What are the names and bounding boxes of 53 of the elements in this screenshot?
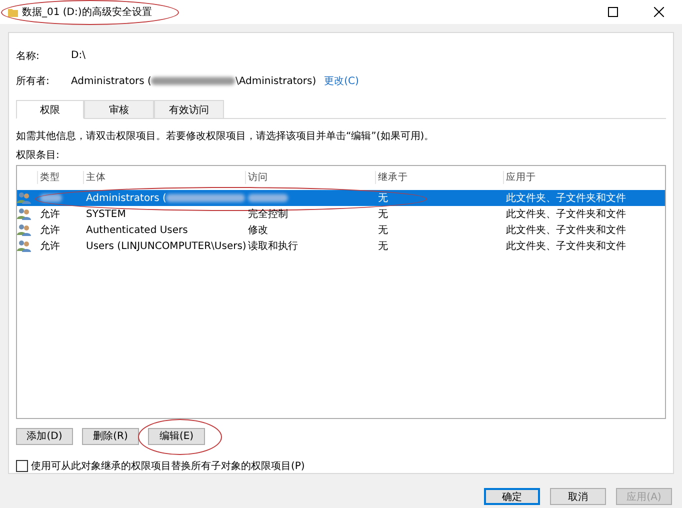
- tab[interactable]: 审核: [84, 100, 154, 118]
- type-cell-text: 允许: [39, 208, 61, 222]
- permission-row[interactable]: 允许 Authenticated Users 修改 无 此文件夹、子文件夹和文件: [17, 222, 665, 238]
- owner-value: Administrators (: [71, 76, 152, 87]
- change-owner-link[interactable]: 更改(C): [324, 74, 359, 88]
- inherited-cell-text: 无: [377, 192, 389, 206]
- access-cell-text: 修改: [247, 224, 269, 238]
- permission-row[interactable]: 允许 Users (LINJUNCOMPUTER\Users) 读取和执行 无 此文件夹、子文件夹和文件: [17, 238, 665, 254]
- column-header[interactable]: 应用于: [503, 170, 665, 184]
- inherited-cell-text: 无: [377, 224, 389, 238]
- dialog-button[interactable]: 确定: [484, 488, 540, 505]
- entry-button[interactable]: 编辑(E): [148, 428, 205, 445]
- name-label: 名称:: [16, 50, 40, 63]
- list-label: 权限条目:: [16, 148, 60, 162]
- owner-value: \Administrators): [235, 76, 316, 87]
- permission-row[interactable]: 允许 SYSTEM 完全控制 无 此文件夹、子文件夹和文件: [17, 206, 665, 222]
- users-icon: [17, 240, 31, 252]
- name-value: D:\: [71, 50, 86, 62]
- type-cell-text: 允许: [39, 224, 61, 238]
- applies-cell-text: 此文件夹、子文件夹和文件: [505, 208, 627, 222]
- window-title: 数据_01 (D:)的高级安全设置: [22, 6, 152, 19]
- inherited-cell-text: 无: [377, 240, 389, 254]
- column-header[interactable]: 主体: [83, 170, 245, 184]
- applies-cell-text: 此文件夹、子文件夹和文件: [505, 224, 627, 238]
- folder-icon: [8, 8, 18, 16]
- tab[interactable]: 有效访问: [154, 100, 224, 118]
- users-icon: [17, 192, 31, 204]
- permission-row[interactable]: Administrators ( 无 此文件夹、子文件夹和文件: [17, 190, 665, 206]
- applies-cell-text: 此文件夹、子文件夹和文件: [505, 240, 627, 254]
- column-header[interactable]: 访问: [245, 170, 375, 184]
- close-icon[interactable]: [654, 7, 664, 17]
- owner-label: 所有者:: [16, 74, 50, 88]
- instructions-text: 如需其他信息，请双击权限项目。若要修改权限项目，请选择该项目并单击“编辑”(如果可用)。: [16, 130, 436, 144]
- access-cell-text: 完全控制: [247, 208, 289, 222]
- checkbox[interactable]: [16, 460, 28, 472]
- access-cell-text: 读取和执行: [247, 240, 299, 254]
- maximize-icon[interactable]: [608, 7, 618, 17]
- applies-cell-text: 此文件夹、子文件夹和文件: [505, 192, 627, 206]
- entry-button[interactable]: 删除(R): [82, 428, 139, 445]
- column-header[interactable]: 类型: [37, 170, 83, 184]
- users-icon: [17, 224, 31, 236]
- principal-cell: Administrators (: [86, 192, 166, 204]
- principal-cell: SYSTEM: [86, 208, 126, 220]
- principal-cell: Authenticated Users: [86, 224, 188, 236]
- checkbox-label: 使用可从此对象继承的权限项目替换所有子对象的权限项目(P): [31, 460, 305, 473]
- dialog-button[interactable]: 取消: [550, 488, 606, 505]
- principal-cell: Users (LINJUNCOMPUTER\Users): [86, 240, 246, 252]
- users-icon: [17, 208, 31, 220]
- type-cell-text: 允许: [39, 240, 61, 254]
- inherited-cell-text: 无: [377, 208, 389, 222]
- tab[interactable]: 权限: [16, 100, 84, 120]
- entry-button[interactable]: 添加(D): [16, 428, 73, 445]
- column-header[interactable]: 继承于: [375, 170, 503, 184]
